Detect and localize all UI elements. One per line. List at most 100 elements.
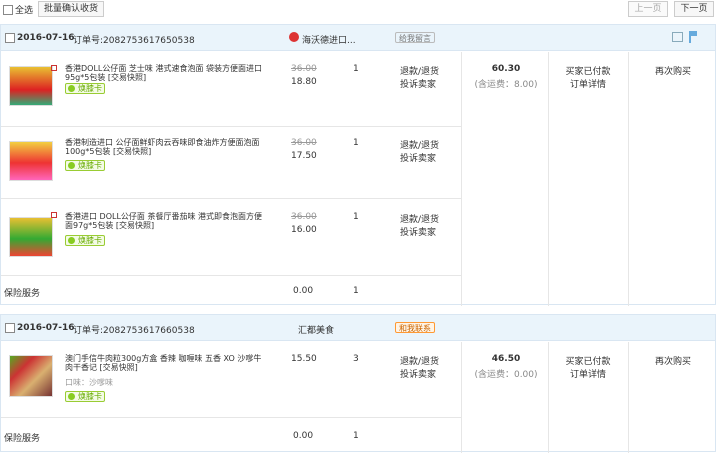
- unit-price: 17.50: [291, 151, 317, 161]
- product-row: 香港进口 DOLL公仔面 茶餐厅番茄味 港式即食泡面方便 面97g*5包装 [交…: [1, 199, 461, 276]
- order-card: 2016-07-16 订单号:2082753617660538 汇都美食 和我联…: [0, 314, 716, 453]
- huanke-icon: [68, 85, 75, 92]
- product-title[interactable]: 香港进口 DOLL公仔面 茶餐厅番茄味 港式即食泡面方便 面97g*5包装 [交…: [65, 212, 267, 230]
- next-page-button[interactable]: 下一页: [674, 1, 714, 17]
- insurance-qty: 1: [353, 431, 359, 441]
- unit-price: 15.50: [291, 354, 317, 364]
- order-detail-link[interactable]: 订单详情: [553, 367, 623, 380]
- divider: [548, 342, 549, 453]
- order-number-value: 2082753617650538: [103, 36, 195, 46]
- refund-link[interactable]: 退款/退货: [400, 64, 439, 77]
- original-price: 36.00: [291, 212, 317, 222]
- refund-link[interactable]: 退款/退货: [400, 212, 439, 225]
- order-number: 订单号:2082753617660538: [73, 323, 195, 336]
- huanke-icon: [68, 162, 75, 169]
- select-all[interactable]: 全选: [3, 3, 33, 16]
- quantity: 3: [353, 354, 359, 364]
- order-number-value: 2082753617660538: [103, 326, 195, 336]
- toolbar: 全选 批量确认收货 上一页 下一页: [0, 0, 720, 18]
- order-header: 2016-07-16 订单号:2082753617660538 汇都美食 和我联…: [1, 315, 715, 341]
- shop-icon: [289, 32, 299, 42]
- order-detail-link[interactable]: 订单详情: [553, 77, 623, 90]
- freight-note: (含运费：0.00): [471, 367, 541, 380]
- shop-name[interactable]: 汇都美食: [298, 323, 334, 336]
- freight-suffix: ): [534, 80, 538, 90]
- divider: [628, 52, 629, 306]
- product-image[interactable]: [9, 141, 53, 181]
- unit-price: 18.80: [291, 77, 317, 87]
- order-date: 2016-07-16: [17, 323, 75, 333]
- complain-link[interactable]: 投诉卖家: [400, 225, 436, 238]
- rebuy-button[interactable]: 再次购买: [633, 354, 713, 367]
- complain-link[interactable]: 投诉卖家: [400, 151, 436, 164]
- unit-price: 16.00: [291, 225, 317, 235]
- huanke-badge: 焕膝卡: [65, 391, 105, 402]
- huanke-badge: 焕膝卡: [65, 160, 105, 171]
- freight-prefix: (含运费：: [474, 370, 514, 380]
- order-checkbox[interactable]: [5, 323, 15, 333]
- quantity: 1: [353, 64, 359, 74]
- product-row: 香港制造进口 公仔面鲜虾肉云吞味即食油炸方便面泡面 100g*5包装 [交易快照…: [1, 127, 461, 199]
- quantity: 1: [353, 212, 359, 222]
- freight-suffix: ): [534, 370, 538, 380]
- divider: [461, 52, 462, 306]
- batch-confirm-button[interactable]: 批量确认收货: [38, 1, 104, 17]
- huanke-icon: [68, 237, 75, 244]
- message-badge[interactable]: 给我留言: [395, 32, 435, 43]
- contact-badge[interactable]: 和我联系: [395, 322, 435, 333]
- huanke-label: 焕膝卡: [78, 392, 102, 401]
- order-total: 60.30: [491, 64, 521, 74]
- order-total: 46.50: [491, 354, 521, 364]
- order-number-label: 订单号:: [73, 326, 104, 336]
- order-header: 2016-07-16 订单号:2082753617650538 海沃德进口...…: [1, 25, 715, 51]
- product-image[interactable]: [9, 66, 53, 106]
- order-status: 买家已付款: [565, 67, 611, 77]
- product-title[interactable]: 澳门手信牛肉粒300g方盒 香辣 咖喱味 五香 XO 沙嗲牛 肉干香记 [交易快…: [65, 354, 267, 372]
- freight-prefix: (含运费：: [474, 80, 514, 90]
- flag-icon[interactable]: [689, 31, 697, 43]
- insurance-qty: 1: [353, 286, 359, 296]
- complain-link[interactable]: 投诉卖家: [400, 77, 436, 90]
- shop-name[interactable]: 海沃德进口...: [302, 33, 356, 46]
- divider: [461, 342, 462, 453]
- insurance-label: 保险服务: [4, 289, 41, 299]
- freight-value: 8.00: [513, 80, 535, 90]
- order-card: 2016-07-16 订单号:2082753617650538 海沃德进口...…: [0, 24, 716, 306]
- product-image[interactable]: [9, 217, 53, 257]
- order-number-label: 订单号:: [73, 36, 104, 46]
- product-image[interactable]: [9, 355, 53, 397]
- share-icon[interactable]: [672, 32, 683, 42]
- huanke-label: 焕膝卡: [78, 161, 102, 170]
- divider: [628, 342, 629, 453]
- product-title[interactable]: 香港制造进口 公仔面鲜虾肉云吞味即食油炸方便面泡面 100g*5包装 [交易快照…: [65, 138, 267, 156]
- complain-link[interactable]: 投诉卖家: [400, 367, 436, 380]
- product-title[interactable]: 香港DOLL公仔面 芝士味 港式速食泡面 袋装方便面进口 95g*5包装 [交易…: [65, 64, 267, 82]
- rebuy-button[interactable]: 再次购买: [633, 64, 713, 77]
- order-date: 2016-07-16: [17, 33, 75, 43]
- insurance-row: 保险服务 0.00 1: [1, 418, 461, 453]
- huanke-badge: 焕膝卡: [65, 235, 105, 246]
- product-row: 香港DOLL公仔面 芝士味 港式速食泡面 袋装方便面进口 95g*5包装 [交易…: [1, 52, 461, 127]
- snapshot-icon: [51, 65, 57, 71]
- divider: [548, 52, 549, 306]
- huanke-icon: [68, 393, 75, 400]
- huanke-label: 焕膝卡: [78, 84, 102, 93]
- freight-note: (含运费：8.00): [471, 77, 541, 90]
- huanke-label: 焕膝卡: [78, 236, 102, 245]
- refund-link[interactable]: 退款/退货: [400, 138, 439, 151]
- freight-value: 0.00: [513, 370, 535, 380]
- refund-link[interactable]: 退款/退货: [400, 354, 439, 367]
- order-status: 买家已付款: [565, 357, 611, 367]
- order-checkbox[interactable]: [5, 33, 15, 43]
- insurance-price: 0.00: [293, 431, 314, 441]
- insurance-row: 保险服务 0.00 1: [1, 276, 461, 306]
- insurance-price: 0.00: [293, 286, 314, 296]
- prev-page-button[interactable]: 上一页: [628, 1, 668, 17]
- select-all-label: 全选: [15, 6, 34, 16]
- original-price: 36.00: [291, 138, 317, 148]
- variant-label: 口味：沙嗲味: [65, 378, 113, 387]
- insurance-label: 保险服务: [4, 434, 41, 444]
- huanke-badge: 焕膝卡: [65, 83, 105, 94]
- product-row: 澳门手信牛肉粒300g方盒 香辣 咖喱味 五香 XO 沙嗲牛 肉干香记 [交易快…: [1, 342, 461, 418]
- select-all-checkbox[interactable]: [3, 4, 13, 15]
